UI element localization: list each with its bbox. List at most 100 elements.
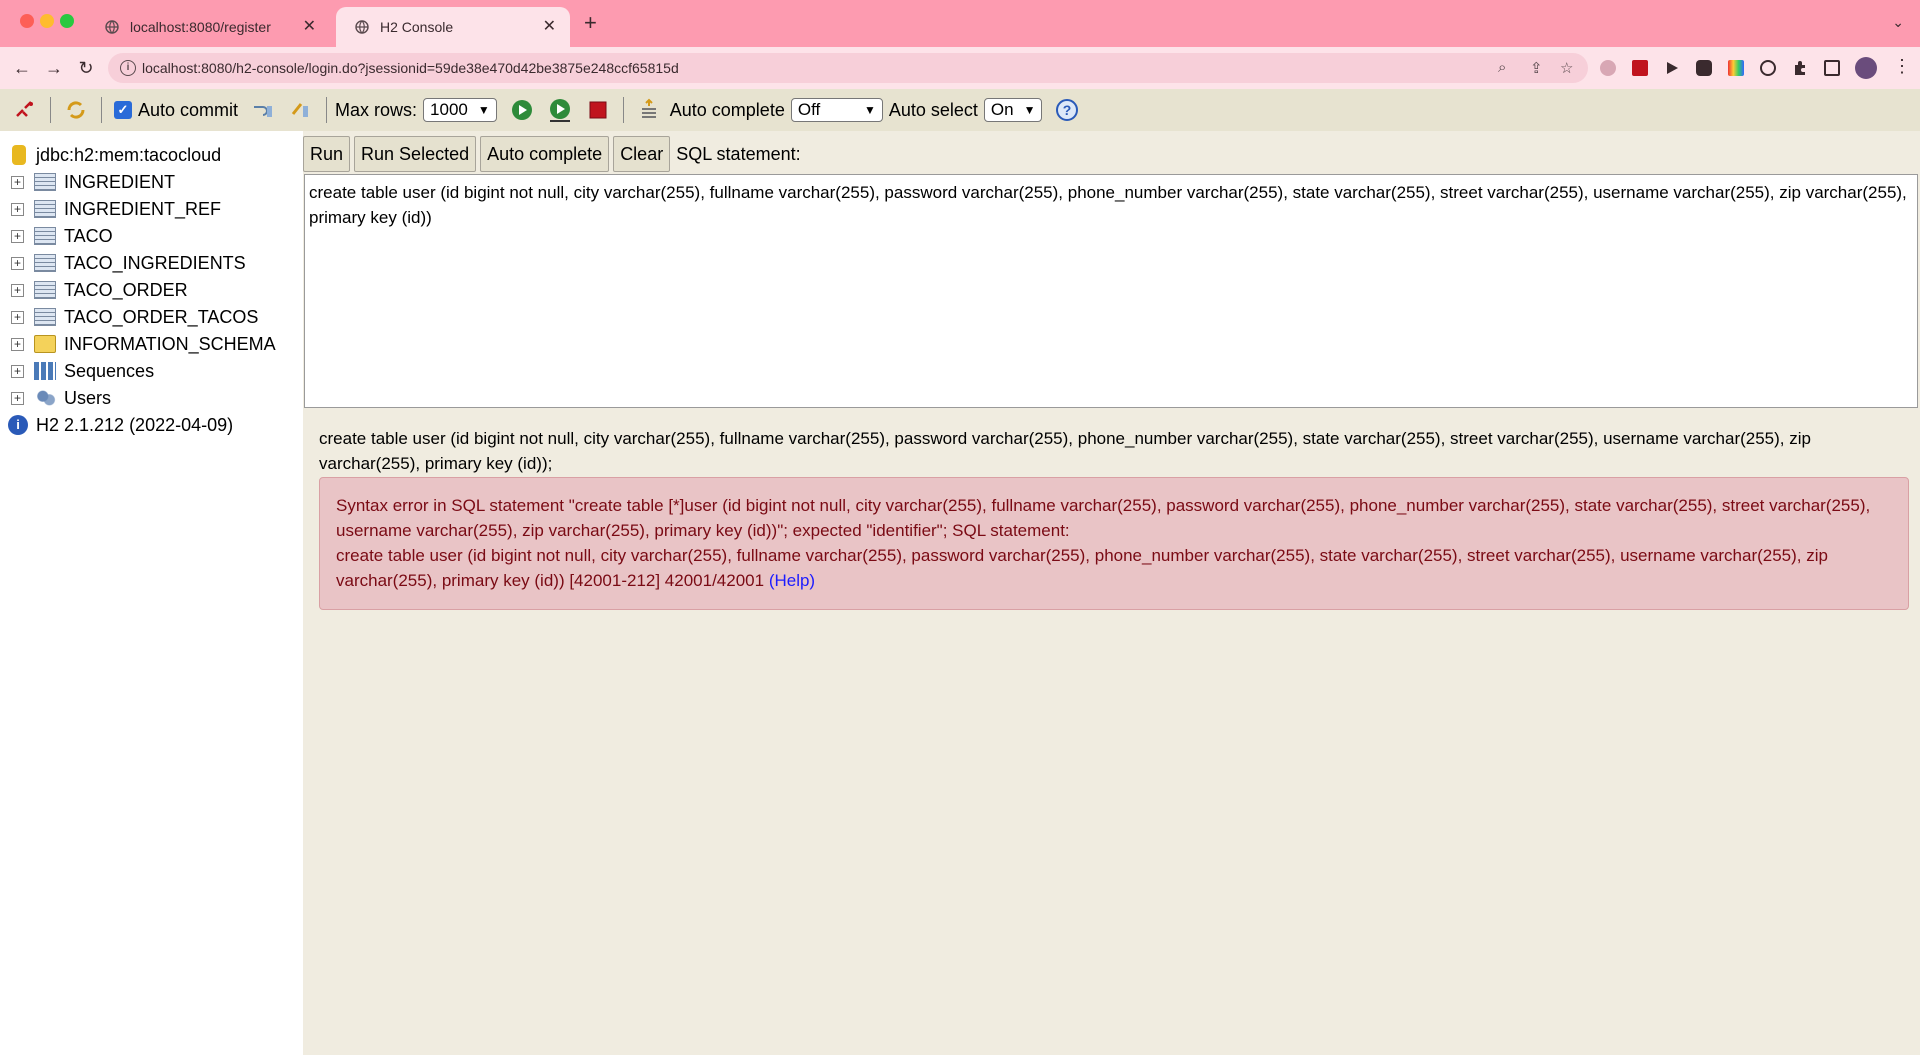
history-icon[interactable] [636,97,662,123]
error-text: Syntax error in SQL statement "create ta… [336,496,1871,540]
max-rows-select[interactable]: 1000 ▼ [423,98,497,122]
extension-icon[interactable] [1760,60,1776,76]
clear-button[interactable]: Clear [613,136,671,172]
toolbar-separator [50,97,51,123]
zoom-icon[interactable]: ⌕ [1498,59,1506,76]
sequences-label: Sequences [64,360,155,381]
folder-icon [34,335,56,353]
sql-editor[interactable]: create table user (id bigint not null, c… [304,174,1918,408]
table-name: TACO [64,225,113,246]
tree-table-ingredient[interactable]: + INGREDIENT [0,169,175,195]
database-icon [12,145,26,165]
bookmark-star-icon[interactable]: ☆ [1560,59,1573,77]
new-tab-button[interactable]: + [584,12,597,34]
window-close-button[interactable] [20,14,34,28]
extension-icon[interactable] [1696,60,1712,76]
window-maximize-button[interactable] [60,14,74,28]
globe-icon [354,19,370,35]
users-icon [34,389,56,407]
help-link[interactable]: (Help) [769,571,815,590]
max-rows-value: 1000 [430,100,468,119]
expand-plus-icon[interactable]: + [11,310,24,324]
browser-tab-bar: localhost:8080/register ✕ H2 Console ✕ +… [0,0,1920,47]
refresh-icon[interactable] [63,97,89,123]
table-icon [34,281,56,299]
tree-information-schema[interactable]: + INFORMATION_SCHEMA [0,331,276,357]
puzzle-extensions-icon[interactable] [1792,60,1808,76]
auto-complete-value: Off [797,100,821,119]
query-panel: Run Run Selected Auto complete Clear SQL… [303,131,1920,1055]
tree-version-info: i H2 2.1.212 (2022-04-09) [0,412,233,438]
extension-icon[interactable] [1632,60,1648,76]
query-button-row: Run Run Selected Auto complete Clear SQL… [303,136,801,172]
browser-tab-h2-console[interactable]: H2 Console ✕ [336,7,570,47]
run-selected-icon[interactable] [547,97,573,123]
tree-table-taco-order-tacos[interactable]: + TACO_ORDER_TACOS [0,304,258,330]
expand-plus-icon[interactable]: + [11,337,24,351]
extension-icon[interactable] [1728,60,1744,76]
tab-search-chevron-icon[interactable]: ⌄ [1892,14,1904,31]
tree-table-taco[interactable]: + TACO [0,223,113,249]
browser-address-row: ← → ↻ i localhost:8080/h2-console/login.… [0,47,1920,89]
side-panel-icon[interactable] [1824,60,1840,76]
site-info-icon[interactable]: i [120,60,136,76]
error-sql: create table user (id bigint not null, c… [336,546,1828,590]
expand-plus-icon[interactable]: + [11,202,24,216]
table-name: INGREDIENT_REF [64,198,222,219]
tree-table-ingredient-ref[interactable]: + INGREDIENT_REF [0,196,221,222]
run-icon[interactable] [509,97,535,123]
auto-complete-select[interactable]: Off ▼ [790,98,883,122]
run-button[interactable]: Run [303,136,351,172]
expand-plus-icon[interactable]: + [11,364,24,378]
chevron-down-icon: ▼ [1023,103,1036,117]
globe-icon [104,19,120,35]
back-arrow-icon[interactable]: ← [10,56,34,80]
table-icon [34,254,56,272]
extension-icon[interactable] [1600,60,1616,76]
disconnect-icon[interactable] [12,97,38,123]
expand-plus-icon[interactable]: + [11,175,24,189]
executed-statement: create table user (id bigint not null, c… [319,429,1811,473]
table-icon [34,308,56,326]
table-icon [34,200,56,218]
tree-sequences[interactable]: + Sequences [0,358,154,384]
auto-select-select[interactable]: On ▼ [983,98,1043,122]
help-icon[interactable]: ? [1054,97,1080,123]
sequences-icon [34,362,56,380]
schema-tree: jdbc:h2:mem:tacocloud + INGREDIENT + INGRE… [0,131,303,1055]
profile-avatar[interactable] [1855,57,1877,79]
url-text[interactable]: localhost:8080/h2-console/login.do?jsess… [142,60,679,76]
close-tab-icon[interactable]: ✕ [303,19,316,35]
share-icon[interactable]: ⇪ [1530,59,1543,77]
version-text: H2 2.1.212 (2022-04-09) [36,414,234,435]
browser-tab-register[interactable]: localhost:8080/register ✕ [86,7,330,47]
table-name: TACO_ORDER_TACOS [64,306,259,327]
commit-icon[interactable] [288,97,314,123]
table-icon [34,173,56,191]
tree-db-connection[interactable]: jdbc:h2:mem:tacocloud [0,142,221,168]
expand-plus-icon[interactable]: + [11,256,24,270]
close-tab-icon[interactable]: ✕ [543,19,556,35]
forward-arrow-icon[interactable]: → [42,56,66,80]
expand-plus-icon[interactable]: + [11,283,24,297]
window-minimize-button[interactable] [40,14,54,28]
h2-toolbar: ✓ Auto commit Max rows: 1000 ▼ Auto compl… [0,89,1920,131]
rollback-icon[interactable] [250,97,276,123]
auto-select-value: On [990,100,1014,119]
expand-plus-icon[interactable]: + [11,229,24,243]
auto-complete-button[interactable]: Auto complete [480,136,610,172]
expand-plus-icon[interactable]: + [11,391,24,405]
tree-table-taco-order[interactable]: + TACO_ORDER [0,277,188,303]
reload-icon[interactable]: ↻ [74,56,98,80]
run-selected-button[interactable]: Run Selected [354,136,477,172]
stop-icon[interactable] [585,97,611,123]
auto-commit-checkbox[interactable]: ✓ [114,101,132,119]
browser-menu-icon[interactable]: ⋮ [1893,56,1911,77]
play-extension-icon[interactable] [1664,60,1680,76]
tree-table-taco-ingredients[interactable]: + TACO_INGREDIENTS [0,250,246,276]
toolbar-separator [326,97,328,123]
address-bar[interactable]: i localhost:8080/h2-console/login.do?jse… [108,53,1588,83]
toolbar-separator [622,97,624,123]
sql-statement-label: SQL statement: [676,143,801,164]
tree-users[interactable]: + Users [0,385,111,411]
